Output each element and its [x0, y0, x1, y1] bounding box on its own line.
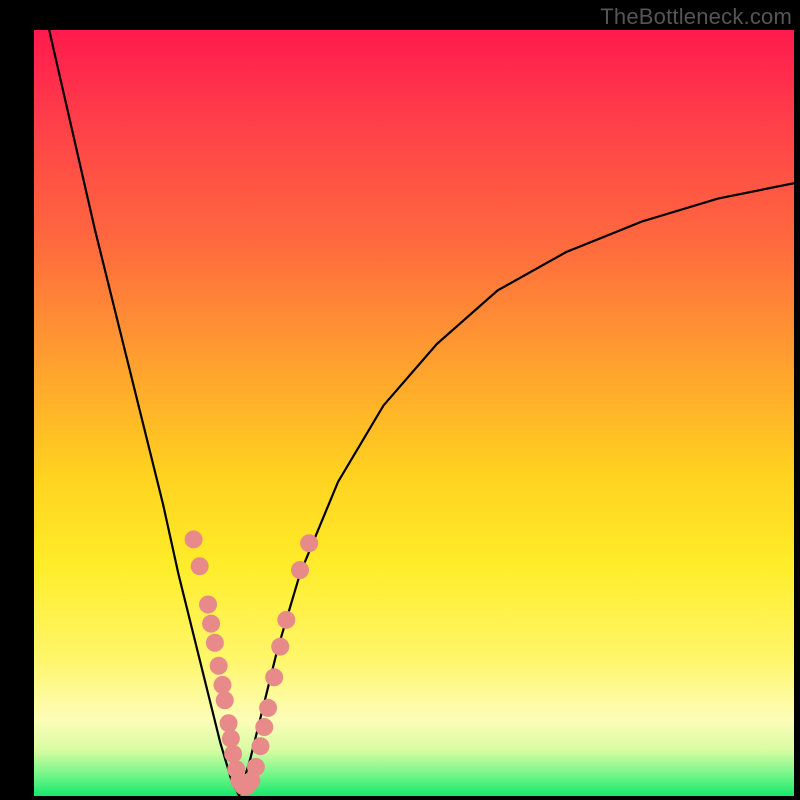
data-marker — [271, 638, 289, 656]
data-marker — [277, 611, 295, 629]
chart-svg — [34, 30, 794, 796]
curve-right — [239, 183, 794, 796]
curve-left — [49, 30, 239, 796]
data-marker — [191, 557, 209, 575]
data-marker — [222, 730, 240, 748]
data-marker — [216, 691, 234, 709]
data-marker — [255, 718, 273, 736]
data-marker — [210, 657, 228, 675]
data-marker — [259, 699, 277, 717]
data-marker — [185, 530, 203, 548]
data-marker — [213, 676, 231, 694]
data-marker — [247, 758, 265, 776]
chart-frame: TheBottleneck.com — [0, 0, 800, 800]
data-marker — [251, 737, 269, 755]
data-marker — [224, 745, 242, 763]
attribution-watermark: TheBottleneck.com — [600, 4, 792, 30]
data-marker — [300, 534, 318, 552]
plot-area — [34, 30, 794, 796]
data-marker — [199, 596, 217, 614]
data-marker — [202, 615, 220, 633]
data-marker — [265, 668, 283, 686]
data-marker — [291, 561, 309, 579]
data-marker — [206, 634, 224, 652]
data-marker — [220, 714, 238, 732]
